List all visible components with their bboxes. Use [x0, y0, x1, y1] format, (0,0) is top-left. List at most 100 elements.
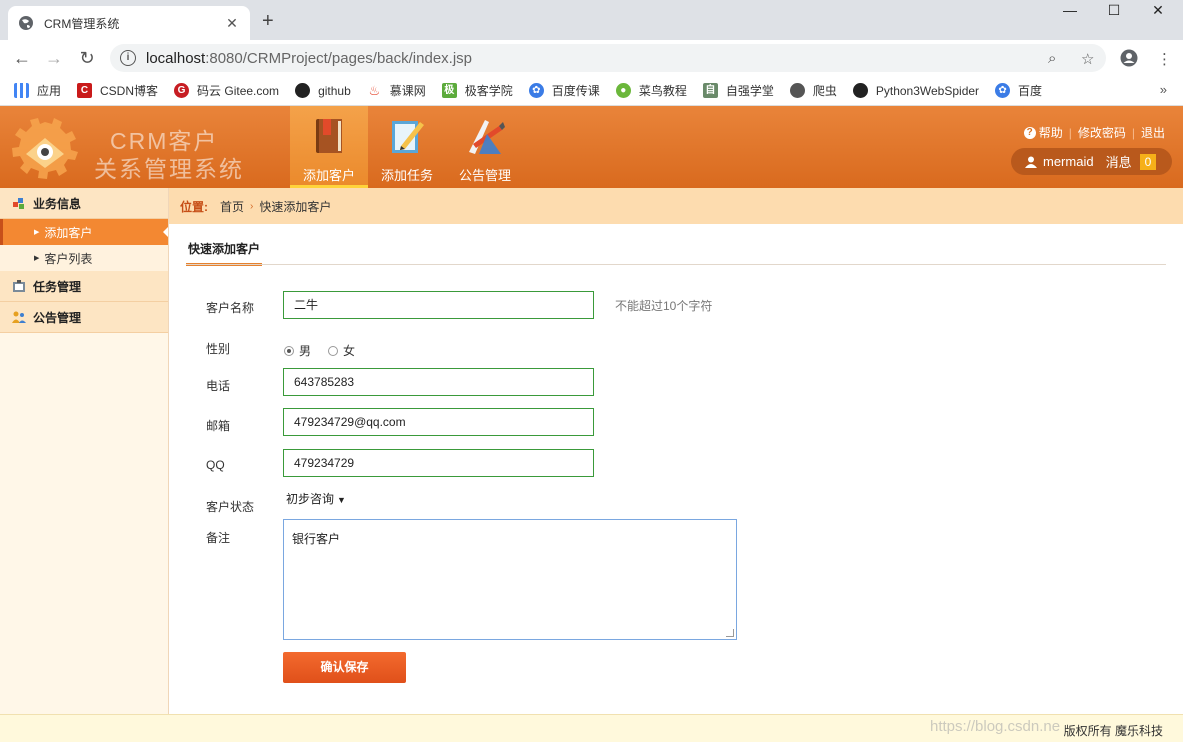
sidebar-group-tasks[interactable]: 任务管理	[0, 271, 168, 302]
bookmark-apps[interactable]: 应用	[14, 82, 61, 99]
zoom-icon[interactable]: ⌕	[1048, 50, 1056, 67]
breadcrumb: 位置: 首页 › 快速添加客户	[169, 188, 1183, 224]
footer: https://blog.csdn.ne 版权所有 魔乐科技	[0, 714, 1183, 742]
header-links: ? 帮助 | 修改密码 | 退出	[1023, 124, 1165, 141]
email-label: 邮箱	[206, 419, 231, 433]
ziqiang-icon: 自	[702, 83, 718, 98]
tab-title: CRM管理系统	[44, 16, 120, 31]
maximize-icon[interactable]: ☐	[1094, 2, 1134, 19]
colorful-blocks-icon	[13, 198, 24, 209]
watermark: https://blog.csdn.ne	[930, 718, 1061, 735]
qq-input[interactable]: 479234729	[283, 449, 594, 477]
nav-label: 添加客户	[302, 168, 355, 183]
bookmark-csdn[interactable]: C CSDN博客	[77, 82, 158, 99]
baidu-paw-icon: ✿	[528, 83, 544, 98]
bookmark-baidu[interactable]: ✿ 百度	[995, 82, 1042, 99]
help-icon: ?	[1023, 126, 1036, 139]
bookmark-ziqiang[interactable]: 自自强学堂	[702, 82, 774, 99]
github-icon	[852, 83, 868, 98]
radio-unselected-icon	[328, 345, 338, 356]
chevron-right-icon: ›	[250, 200, 254, 212]
sidebar-group-business[interactable]: 业务信息	[0, 188, 168, 219]
csdn-icon: C	[77, 83, 93, 98]
url-host: localhost	[146, 49, 206, 67]
browser-tab-bar: CRM管理系统 ✕ + — ☐ ✕	[0, 0, 1183, 40]
username[interactable]: mermaid	[1043, 154, 1094, 169]
bookmark-python3webspider[interactable]: Python3WebSpider	[852, 83, 979, 98]
sidebar-item-customer-list[interactable]: ▶ 客户列表	[0, 245, 168, 271]
reload-icon[interactable]: ↻	[77, 48, 97, 68]
globe-icon	[789, 83, 805, 98]
profile-icon[interactable]	[1120, 49, 1138, 67]
close-tab-icon[interactable]: ✕	[224, 15, 240, 32]
breadcrumb-home[interactable]: 首页	[220, 198, 244, 215]
new-tab-icon[interactable]: +	[262, 10, 274, 33]
radio-selected-icon	[284, 345, 294, 356]
brand-line-2: 关系管理系统	[94, 156, 244, 182]
forward-arrow-icon[interactable]: →	[44, 48, 64, 68]
resize-grip-icon[interactable]	[726, 629, 734, 637]
save-button[interactable]: 确认保存	[283, 652, 406, 683]
breadcrumb-current: 快速添加客户	[259, 199, 332, 214]
logout-link[interactable]: 退出	[1141, 124, 1165, 141]
nav-add-customer[interactable]: 添加客户	[290, 106, 368, 188]
star-icon[interactable]: ☆	[1081, 50, 1094, 68]
url-path: :8080/CRMProject/pages/back/index.jsp	[205, 49, 473, 67]
copyright-text: 版权所有 魔乐科技	[1063, 724, 1163, 738]
bookmark-runoob[interactable]: ● 菜鸟教程	[615, 82, 687, 99]
globe-icon	[19, 16, 33, 30]
messages-count-badge[interactable]: 0	[1139, 153, 1157, 170]
bookmark-imooc[interactable]: ♨ 慕课网	[367, 82, 425, 99]
sidebar-group-announcements[interactable]: 公告管理	[0, 302, 168, 333]
help-link[interactable]: 帮助	[1039, 124, 1063, 141]
sidebar: 业务信息 ▶ 添加客户 ▶ 客户列表 任务管理 公告管理	[0, 188, 169, 714]
change-password-link[interactable]: 修改密码	[1078, 124, 1126, 141]
phone-input[interactable]: 643785283	[283, 368, 594, 396]
remark-label: 备注	[206, 531, 231, 545]
customer-name-input[interactable]: 二牛	[283, 291, 594, 319]
remark-textarea[interactable]: 银行客户	[283, 519, 737, 640]
menu-kebab-icon[interactable]: ⋮	[1157, 50, 1172, 68]
bookmark-spider[interactable]: 爬虫	[789, 82, 837, 99]
messages-link[interactable]: 消息	[1106, 152, 1132, 171]
browser-tab[interactable]: CRM管理系统 ✕	[8, 6, 250, 40]
section-title-tab[interactable]: 快速添加客户	[186, 240, 263, 266]
imooc-icon: ♨	[368, 83, 381, 98]
address-bar[interactable]: i localhost:8080/CRMProject/pages/back/i…	[110, 44, 1106, 72]
bookmarks-overflow-icon[interactable]: »	[1160, 82, 1167, 97]
breadcrumb-label: 位置:	[180, 199, 208, 214]
runoob-icon: ●	[615, 83, 631, 98]
info-icon[interactable]: i	[120, 50, 136, 66]
section-divider	[186, 264, 1166, 265]
bookmark-gitee[interactable]: G 码云 Gitee.com	[174, 82, 279, 99]
app-header: CRM客户 关系管理系统 添加客户 添加任务 公告管理 ? 帮助 | 修改密码 …	[0, 106, 1183, 188]
triangle-right-icon: ▶	[34, 229, 40, 236]
bookmark-github[interactable]: github	[295, 83, 351, 98]
nav-announcements[interactable]: 公告管理	[446, 106, 524, 188]
jikexueyuan-icon: 极	[441, 83, 457, 98]
nav-add-task[interactable]: 添加任务	[368, 106, 446, 188]
qq-label: QQ	[206, 458, 225, 472]
sidebar-item-add-customer[interactable]: ▶ 添加客户	[0, 219, 168, 245]
gitee-icon: G	[174, 83, 190, 98]
bookmark-jikexueyuan[interactable]: 极极客学院	[441, 82, 513, 99]
customer-status-select[interactable]: 初步咨询 ▼	[286, 490, 346, 507]
email-input[interactable]: 479234729@qq.com	[283, 408, 594, 436]
customer-name-label: 客户名称	[206, 301, 255, 315]
book-icon	[316, 119, 342, 153]
customer-status-label: 客户状态	[206, 500, 255, 514]
gender-label: 性别	[206, 342, 231, 356]
notepad-pencil-icon	[392, 121, 424, 153]
browser-toolbar: ← → ↻ i localhost:8080/CRMProject/pages/…	[0, 40, 1183, 76]
gear-logo-icon	[12, 118, 78, 179]
window-close-icon[interactable]: ✕	[1138, 2, 1178, 19]
bookmark-baidu-chuanke[interactable]: ✿ 百度传课	[528, 82, 600, 99]
people-icon	[12, 311, 26, 323]
minimize-icon[interactable]: —	[1050, 2, 1090, 18]
phone-label: 电话	[206, 379, 231, 393]
gender-male-radio[interactable]: 男	[284, 342, 311, 359]
github-icon	[295, 83, 311, 98]
gender-female-radio[interactable]: 女	[328, 342, 355, 359]
back-arrow-icon[interactable]: ←	[12, 48, 32, 68]
pencil-ruler-icon	[469, 120, 505, 154]
